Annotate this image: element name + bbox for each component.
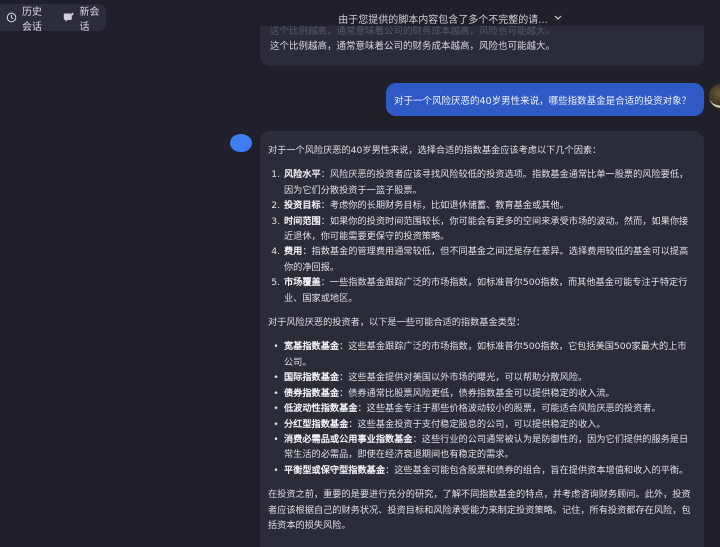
factor-list: 1. 风险水平：风险厌恶的投资者应该寻找风险较低的投资选项。指数基金通常比单一股票… — [268, 167, 694, 306]
previous-assistant-message: 这个比例越高，通常意味着公司的财务成本越高，风险也可能越大。 这个比例越高，通常… — [260, 26, 704, 66]
factor-item: 2. 投资目标：考虑你的长期财务目标，比如退休储蓄、教育基金或其他。 — [271, 200, 569, 212]
conversation-title-text: 由于您提供的脚本内容包含了多个不完整的请... — [338, 14, 548, 26]
previous-message-text: 这个比例越高，通常意味着公司的财务成本越高，风险也可能越大。 — [270, 41, 556, 52]
chevron-down-icon — [554, 13, 562, 24]
user-message-bubble: 对于一个风险厌恶的40岁男性来说，哪些指数基金是合适的投资对象？ — [386, 83, 704, 116]
assistant-answer: 对于一个风险厌恶的40岁男性来说，选择合适的指数基金应该考虑以下几个因素： 1.… — [260, 131, 704, 547]
conversation-title[interactable]: 由于您提供的脚本内容包含了多个不完整的请... — [300, 8, 600, 28]
previous-message-ghost-line: 这个比例越高，通常意味着公司的财务成本越高，风险也可能越大。 — [270, 26, 556, 37]
factor-item: 5. 市场覆盖：一些指数基金跟踪广泛的市场指数，如标准普尔500指数，而其他基金可… — [271, 277, 688, 304]
fund-type-item: • 低波动性指数基金：这些基金专注于那些价格波动较小的股票，可能适合风险厌恶的投资… — [273, 403, 661, 415]
answer-conclusion: 在投资之前，重要的是要进行充分的研究，了解不同指数基金的特点，并考虑咨询财务顾问… — [268, 489, 691, 531]
assistant-avatar-icon — [230, 134, 252, 152]
fund-type-item: • 国际指数基金：这些基金提供对美国以外市场的曝光，可以帮助分散风险。 — [273, 372, 588, 384]
fund-type-list: • 宽基指数基金：这些基金跟踪广泛的市场指数，如标准普尔500指数，它包括美国50… — [268, 339, 694, 478]
history-icon — [6, 12, 17, 23]
fund-type-item: • 宽基指数基金：这些基金跟踪广泛的市场指数，如标准普尔500指数，它包括美国50… — [273, 341, 687, 368]
types-intro: 对于风险厌恶的投资者，以下是一些可能合适的指数基金类型： — [268, 317, 526, 329]
fund-type-item: • 分红型指数基金：这些基金投资于支付稳定股息的公司，可以提供稳定的收入。 — [273, 418, 606, 430]
fund-type-item: • 消费必需品或公用事业指数基金：这些行业的公司通常被认为是防御性的，因为它们提供… — [273, 433, 689, 461]
fund-type-item: • 平衡型或保守型指数基金：这些基金可能包含股票和债券的组合，旨在提供资本增值和收… — [273, 464, 689, 476]
new-chat-icon — [63, 12, 75, 23]
answer-intro: 对于一个风险厌恶的40岁男性来说，选择合适的指数基金应该考虑以下几个因素： — [268, 145, 602, 156]
new-chat-button[interactable]: 新会话 — [79, 3, 100, 33]
factor-item: 3. 时间范围：如果你的投资时间范围较长，你可能会有更多的空间来承受市场的波动。然… — [271, 215, 689, 243]
user-avatar — [709, 84, 720, 108]
factor-item: 1. 风险水平：风险厌恶的投资者应该寻找风险较低的投资选项。指数基金通常比单一股票… — [271, 169, 689, 196]
user-message-text: 对于一个风险厌恶的40岁男性来说，哪些指数基金是合适的投资对象？ — [394, 95, 692, 107]
top-toolbar: 历史会话 新会话 — [0, 3, 106, 33]
factor-item: 4. 费用：指数基金的管理费用通常较低，但不同基金之间还是存在差异。选择费用较低的… — [271, 246, 689, 273]
history-button[interactable]: 历史会话 — [22, 3, 49, 33]
fund-type-item: • 债券指数基金：债券通常比股票风险更低，债券指数基金可以提供稳定的收入流。 — [273, 387, 615, 399]
